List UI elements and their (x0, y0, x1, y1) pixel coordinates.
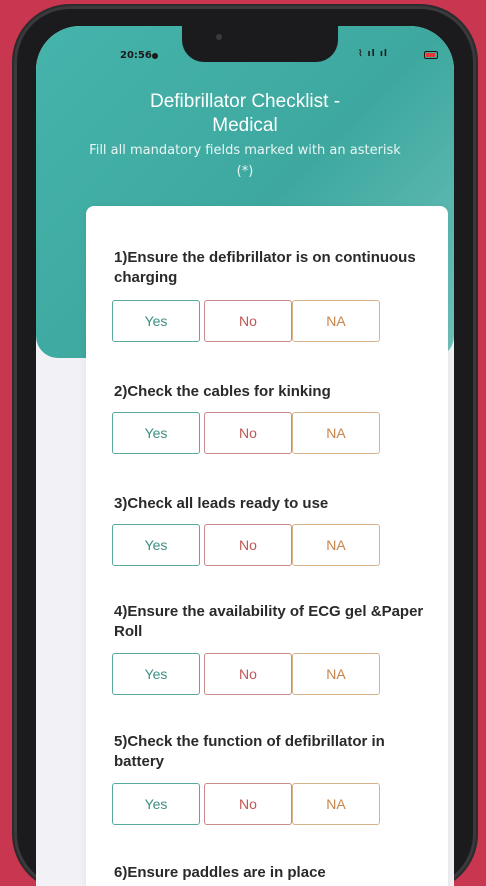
signal-icon: ⌇ ıl ıl (358, 49, 389, 59)
question-3-label: 3)Check all leads ready to use (114, 495, 329, 512)
q1-no-button[interactable]: No (204, 300, 292, 342)
question-1-label: 1)Ensure the defibrillator is on continu… (114, 249, 416, 286)
camera-notch (182, 26, 338, 62)
q4-na-button[interactable]: NA (292, 653, 380, 695)
status-time: 20:56 (120, 50, 152, 61)
title-line-2: Medical (212, 115, 278, 136)
notification-dot-icon (152, 53, 158, 59)
q5-no-button[interactable]: No (204, 783, 292, 825)
page-subtitle: Fill all mandatory fields marked with an… (89, 143, 401, 179)
battery-icon (424, 51, 438, 59)
checklist-card: 1)Ensure the defibrillator is on continu… (86, 206, 448, 886)
question-6-label: 6)Ensure paddles are in place (114, 864, 326, 881)
q3-no-button[interactable]: No (204, 524, 292, 566)
question-2-label: 2)Check the cables for kinking (114, 383, 331, 400)
question-5-label: 5)Check the function of defibrillator in… (114, 733, 385, 770)
q1-yes-button[interactable]: Yes (112, 300, 200, 342)
q3-na-button[interactable]: NA (292, 524, 380, 566)
q2-na-button[interactable]: NA (292, 412, 380, 454)
q1-na-button[interactable]: NA (292, 300, 380, 342)
q4-yes-button[interactable]: Yes (112, 653, 200, 695)
q2-no-button[interactable]: No (204, 412, 292, 454)
q5-na-button[interactable]: NA (292, 783, 380, 825)
q3-yes-button[interactable]: Yes (112, 524, 200, 566)
app-screen: 20:56 ⌇ ıl ıl Defibrillator Checklist - … (36, 26, 454, 886)
q2-yes-button[interactable]: Yes (112, 412, 200, 454)
page-title: Defibrillator Checklist - Medical (36, 90, 454, 138)
title-line-1: Defibrillator Checklist - (149, 91, 341, 112)
camera-icon (216, 34, 222, 40)
q5-yes-button[interactable]: Yes (112, 783, 200, 825)
phone-frame: 20:56 ⌇ ıl ıl Defibrillator Checklist - … (14, 6, 476, 886)
q4-no-button[interactable]: No (204, 653, 292, 695)
question-4-label: 4)Ensure the availability of ECG gel &Pa… (114, 603, 424, 640)
